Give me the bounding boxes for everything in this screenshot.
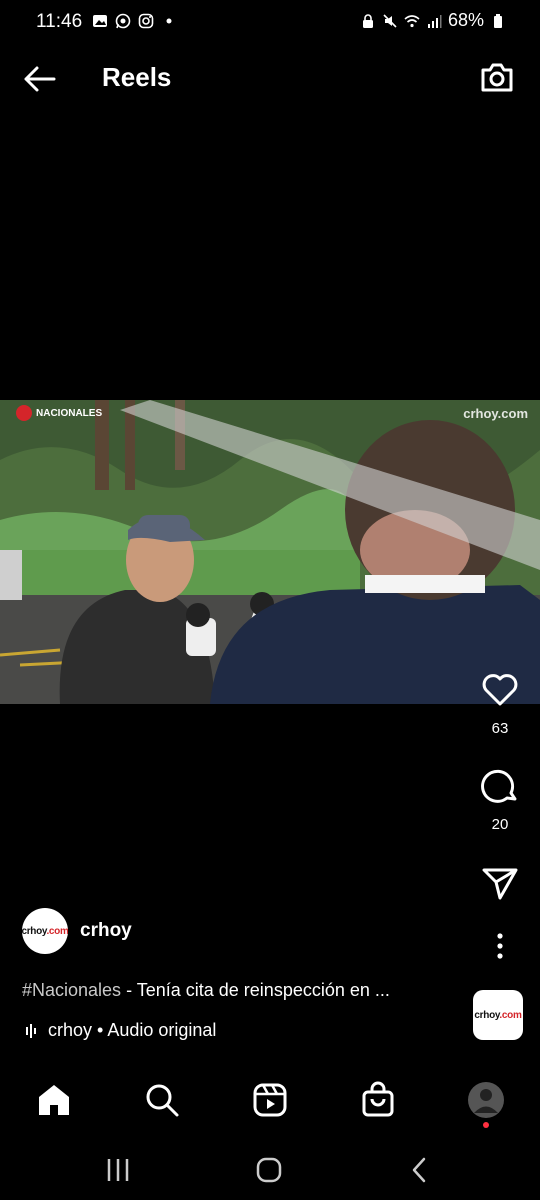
gallery-icon	[93, 15, 107, 27]
more-options-action[interactable]	[460, 926, 540, 966]
caption-hashtag[interactable]: #Nacionales	[22, 980, 121, 1000]
home-icon[interactable]	[34, 1080, 74, 1120]
recent-apps-icon[interactable]	[102, 1154, 134, 1186]
back-arrow-icon[interactable]	[20, 60, 58, 98]
more-vertical-icon[interactable]	[480, 926, 520, 966]
heart-icon[interactable]	[480, 670, 520, 710]
audio-wave-icon	[26, 1023, 36, 1038]
search-icon[interactable]	[142, 1080, 182, 1120]
post-author[interactable]: crhoy.com crhoy	[22, 908, 132, 954]
video-frame	[0, 400, 540, 704]
reels-icon[interactable]	[250, 1080, 290, 1120]
profile-avatar-icon[interactable]	[466, 1080, 506, 1120]
status-bar: 11:46 68%	[0, 0, 540, 44]
audio-info[interactable]: crhoy • Audio original	[24, 1020, 216, 1041]
comment-icon[interactable]	[480, 766, 520, 806]
author-avatar[interactable]: crhoy.com	[22, 908, 68, 954]
comment-count: 20	[491, 816, 509, 833]
shop-icon[interactable]	[358, 1080, 398, 1120]
bottom-navigation	[0, 1068, 540, 1130]
like-action[interactable]: 63	[460, 670, 540, 737]
reel-video[interactable]	[0, 400, 540, 704]
page-title: Reels	[102, 62, 172, 92]
audio-label: crhoy • Audio original	[48, 1020, 217, 1040]
wifi-icon	[404, 14, 420, 27]
send-icon[interactable]	[480, 862, 520, 902]
lock-icon	[362, 13, 373, 28]
home-button-icon[interactable]	[253, 1154, 285, 1186]
video-tag-label: NACIONALES	[36, 407, 103, 419]
like-count: 63	[491, 720, 509, 737]
dot-icon	[166, 18, 172, 24]
notification-dot	[483, 1122, 489, 1128]
whatsapp-icon	[115, 13, 131, 29]
post-caption[interactable]: #Nacionales - Tenía cita de reinspección…	[22, 980, 442, 1001]
share-action[interactable]	[460, 862, 540, 902]
mute-icon	[383, 13, 397, 28]
system-back-icon[interactable]	[404, 1154, 436, 1186]
signal-icon	[427, 14, 442, 28]
reels-header: Reels	[0, 52, 540, 104]
video-category-tag: NACIONALES	[16, 405, 102, 421]
audio-thumb-logo: crhoy.com	[474, 1009, 522, 1021]
system-navigation	[0, 1136, 540, 1200]
caption-text: - Tenía cita de reinspección en ...	[121, 980, 390, 1000]
tag-logo-icon	[16, 405, 32, 421]
status-time: 11:46	[36, 11, 83, 32]
comment-action[interactable]: 20	[460, 766, 540, 833]
author-username[interactable]: crhoy	[80, 920, 132, 942]
status-notification-icons	[92, 13, 177, 29]
audio-thumbnail[interactable]: crhoy.com	[473, 990, 523, 1040]
instagram-icon	[138, 13, 154, 29]
author-logo: crhoy.com	[22, 925, 68, 937]
